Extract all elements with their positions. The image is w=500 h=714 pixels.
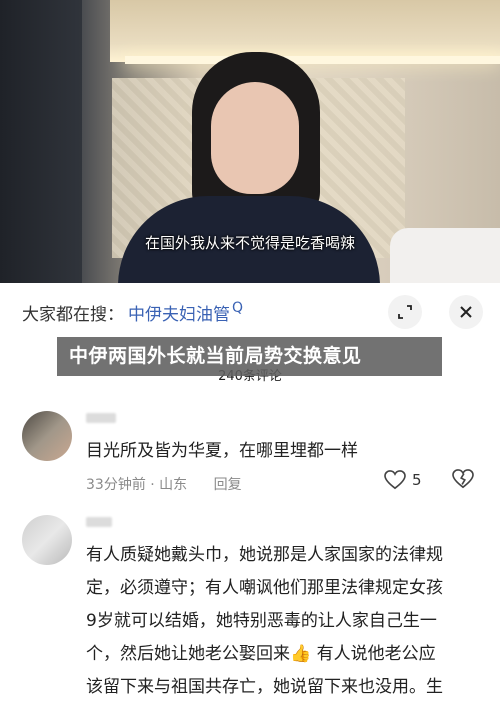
dislike-button[interactable] <box>452 469 474 494</box>
avatar[interactable] <box>22 515 72 565</box>
username-blurred <box>86 517 112 527</box>
heart-icon <box>384 470 406 490</box>
username-blurred <box>86 413 116 423</box>
comment-line: 9岁就可以结婚，她特别恶毒的让人家自己生一 <box>86 611 437 631</box>
expand-icon <box>398 305 412 319</box>
reply-button[interactable]: 回复 <box>214 477 242 493</box>
trending-search[interactable]: 大家都在搜： 中伊夫妇油管 Q <box>22 299 243 325</box>
comment-time-location: 33分钟前 · 山东 <box>86 477 188 493</box>
news-headline: 中伊两国外长就当前局势交换意见 <box>57 337 442 376</box>
video-player[interactable]: 在国外我从来不觉得是吃香喝辣 <box>0 0 500 283</box>
like-button[interactable]: 5 <box>384 470 422 490</box>
trending-search-term[interactable]: 中伊夫妇油管 <box>128 300 230 325</box>
comment-line: 定，必须遵守；有人嘲讽他们那里法律规定女孩 <box>86 578 443 598</box>
comment-line: 该留下来与祖国共存亡，她说留下来也没用。生 <box>86 677 443 697</box>
trending-search-prefix: 大家都在搜： <box>22 304 124 325</box>
video-subtitle: 在国外我从来不觉得是吃香喝辣 <box>144 234 355 252</box>
person-face <box>211 82 299 194</box>
close-button[interactable] <box>449 295 483 329</box>
comment-line: 个，然后她让她老公娶回来👍 有人说他老公应 <box>86 644 436 664</box>
avatar[interactable] <box>22 411 72 461</box>
like-count: 5 <box>412 471 422 489</box>
comment-line: 有人质疑她戴头巾，她说那是人家国家的法律规 <box>86 545 443 565</box>
expand-button[interactable] <box>388 295 422 329</box>
ceiling-light <box>125 56 500 64</box>
ceiling <box>110 0 500 62</box>
comment-meta: 33分钟前 · 山东 回复 <box>86 474 242 494</box>
dislike-icon <box>452 469 474 489</box>
search-icon: Q <box>232 300 244 316</box>
comment-text: 有人质疑她戴头巾，她说那是人家国家的法律规 定，必须遵守；有人嘲讽他们那里法律规… <box>86 539 481 704</box>
close-icon <box>460 306 472 318</box>
comment-text: 目光所及皆为华夏，在哪里埋都一样 <box>86 441 358 461</box>
